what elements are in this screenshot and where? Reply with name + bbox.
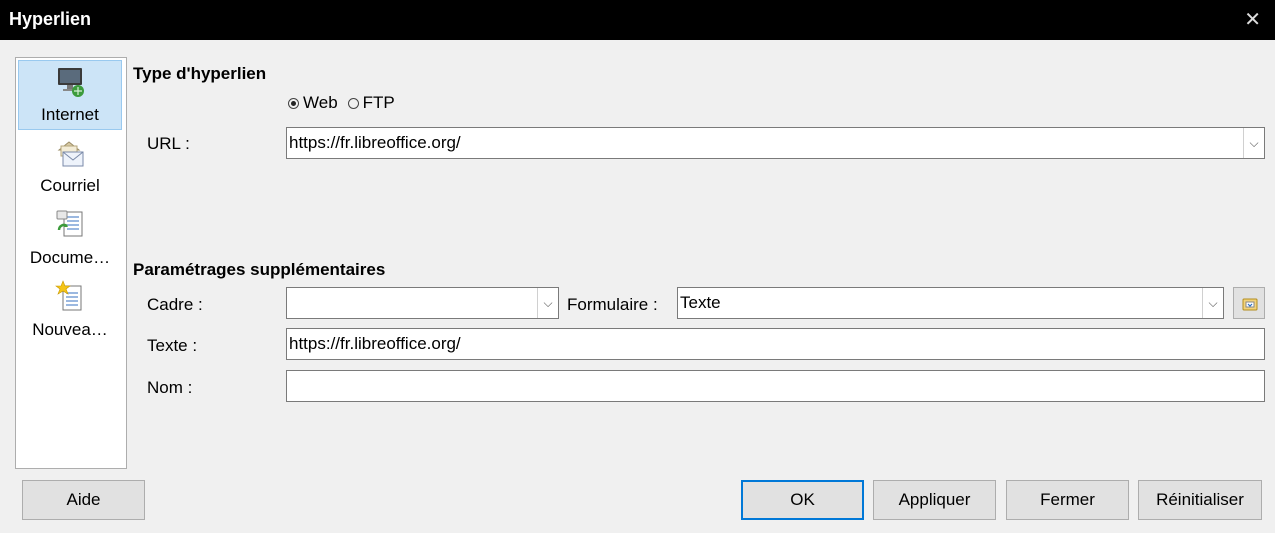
close-icon[interactable]: ✕ [1244, 7, 1261, 32]
help-button[interactable]: Aide [22, 480, 145, 520]
sidebar-item-label: Courriel [40, 176, 100, 195]
protocol-radio-group: Web FTP [288, 93, 405, 113]
text-label: Texte : [147, 336, 198, 355]
form-label: Formulaire : [567, 295, 658, 314]
sidebar-item-courriel[interactable]: Courriel [18, 132, 122, 202]
mail-icon [57, 141, 84, 167]
radio-unselected-icon [347, 97, 359, 109]
sidebar-item-internet[interactable]: Internet [18, 60, 122, 130]
hyperlink-type-heading: Type d'hyperlien [133, 64, 267, 83]
url-combobox[interactable]: https://fr.libreoffice.org/ ⌵ [286, 127, 1265, 159]
extra-settings-heading: Paramétrages supplémentaires [133, 260, 386, 279]
apply-button[interactable]: Appliquer [873, 480, 996, 520]
event-button[interactable] [1233, 287, 1265, 319]
url-value: https://fr.libreoffice.org/ [289, 133, 461, 152]
sidebar-item-label: Internet [41, 105, 99, 124]
form-value: Texte [680, 293, 721, 312]
name-input[interactable] [286, 370, 1265, 402]
close-button[interactable]: Fermer [1006, 480, 1129, 520]
hyperlink-type-sidebar: Internet Courriel Docume… Nouvea… [15, 57, 127, 469]
sidebar-item-document[interactable]: Docume… [18, 204, 122, 274]
web-radio[interactable]: Web [288, 93, 338, 113]
chevron-down-icon[interactable]: ⌵ [537, 288, 558, 318]
radio-selected-icon [288, 97, 299, 109]
event-icon [1242, 298, 1258, 311]
ok-button[interactable]: OK [741, 480, 864, 520]
ftp-radio-label: FTP [362, 93, 395, 112]
text-value: https://fr.libreoffice.org/ [289, 334, 461, 353]
name-label: Nom : [147, 378, 193, 397]
text-input[interactable]: https://fr.libreoffice.org/ [286, 328, 1265, 360]
new-document-icon [55, 280, 82, 311]
ftp-radio[interactable]: FTP [347, 93, 395, 113]
frame-combobox[interactable]: ⌵ [286, 287, 559, 319]
sidebar-item-label: Docume… [29, 248, 111, 267]
form-combobox[interactable]: Texte ⌵ [677, 287, 1224, 319]
chevron-down-icon[interactable]: ⌵ [1202, 288, 1223, 318]
web-radio-label: Web [303, 93, 338, 112]
internet-icon [58, 68, 84, 97]
reset-button[interactable]: Réinitialiser [1138, 480, 1262, 520]
url-label: URL : [147, 134, 190, 153]
sidebar-item-new-document[interactable]: Nouvea… [18, 276, 122, 346]
frame-label: Cadre : [147, 295, 203, 314]
window-title: Hyperlien [9, 9, 92, 29]
document-icon [56, 210, 83, 237]
chevron-down-icon[interactable]: ⌵ [1243, 128, 1264, 158]
title-bar: Hyperlien ✕ [0, 0, 1275, 40]
sidebar-item-label: Nouvea… [32, 320, 108, 339]
